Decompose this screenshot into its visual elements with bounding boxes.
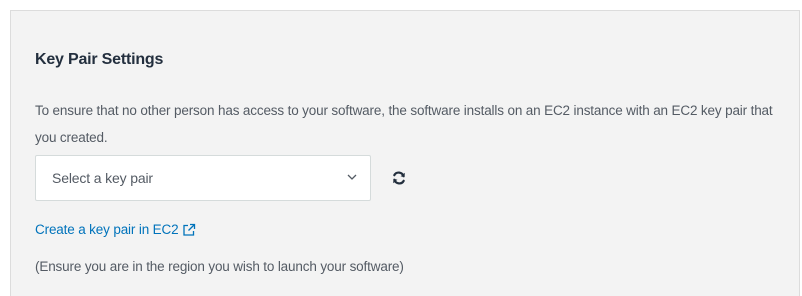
- section-title: Key Pair Settings: [35, 51, 164, 68]
- region-note: (Ensure you are in the region you wish t…: [35, 259, 404, 274]
- create-key-pair-link-label: Create a key pair in EC2: [35, 222, 179, 237]
- key-pair-settings-panel: Key Pair Settings To ensure that no othe…: [10, 10, 800, 296]
- chevron-down-icon: [347, 174, 357, 180]
- refresh-icon[interactable]: [391, 170, 407, 186]
- create-key-pair-link[interactable]: Create a key pair in EC2: [35, 222, 196, 237]
- key-pair-select[interactable]: Select a key pair: [35, 155, 371, 201]
- external-link-icon: [183, 223, 196, 236]
- section-description: To ensure that no other person has acces…: [35, 103, 773, 145]
- key-pair-select-value: Select a key pair: [52, 170, 153, 186]
